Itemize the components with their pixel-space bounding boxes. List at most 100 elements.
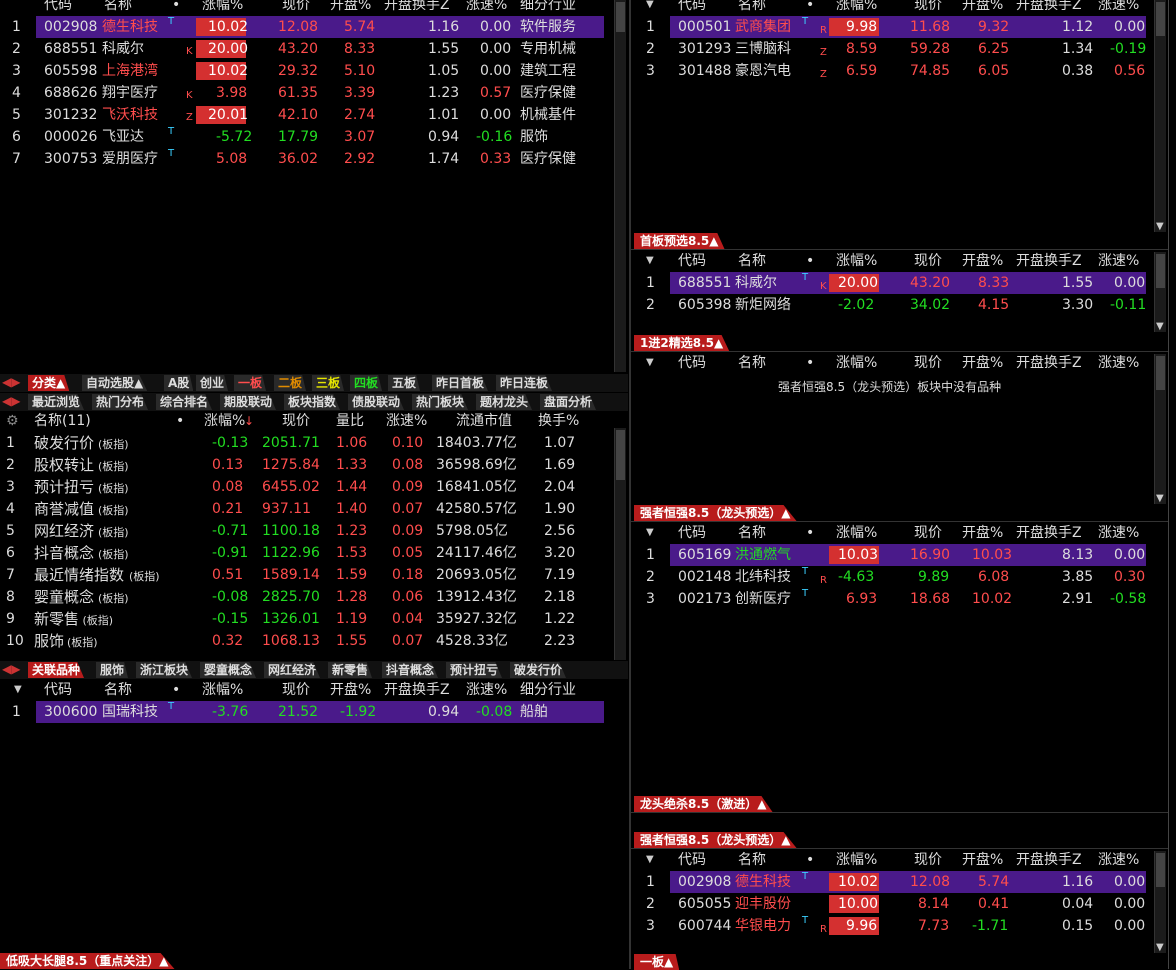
rp4-header-col-2[interactable]: • <box>806 522 814 544</box>
rp1-header-col-6[interactable]: 开盘换手Z <box>1016 0 1082 16</box>
table-row[interactable]: 4 商誉减值 (板指) 0.21 937.11 1.40 0.07 42580.57亿 1.90 <box>0 498 610 520</box>
rp6-header-col-6[interactable]: 开盘换手Z <box>1016 849 1082 871</box>
tab-tabs3-4[interactable]: 网红经济 <box>264 662 321 678</box>
tab-tabs3-0[interactable]: 关联品种 <box>28 662 85 678</box>
tab-tabs3-1[interactable]: 服饰 <box>96 662 129 678</box>
tab-tabs3-2[interactable]: 浙江板块 <box>136 662 193 678</box>
settings-gear-icon[interactable]: ⚙ <box>6 410 19 432</box>
tab-tabs2-8[interactable]: 盘面分析 <box>540 394 597 410</box>
rel-col-price[interactable]: 现价 <box>282 679 310 701</box>
expand-triangle-icon[interactable]: ▼ <box>646 250 654 272</box>
table-row[interactable]: 6 000026 飞亚达 T -5.72 17.79 3.07 0.94 -0.16 服饰 <box>0 126 610 148</box>
expand-triangle-icon[interactable]: ▼ <box>646 522 654 544</box>
table-row[interactable]: 7 300753 爱朋医疗 T 5.08 36.02 2.92 1.74 0.33 医疗保健 <box>0 148 610 170</box>
tab-tabs3-8[interactable]: 破发行价 <box>510 662 567 678</box>
table-row[interactable]: 9 新零售 (板指) -0.15 1326.01 1.19 0.04 35927.32亿 1.2… <box>0 608 610 630</box>
rp4-header-col-1[interactable]: 名称 <box>738 522 766 544</box>
rp1-scrollbar[interactable]: ▼ <box>1154 0 1166 232</box>
tab-tabs1-6[interactable]: 三板 <box>312 375 345 391</box>
tab-tabs2-2[interactable]: 综合排名 <box>156 394 213 410</box>
tab-tabs3-6[interactable]: 抖音概念 <box>382 662 439 678</box>
tab-tabs2-4[interactable]: 板块指数 <box>284 394 341 410</box>
rp2-header-col-6[interactable]: 开盘换手Z <box>1016 250 1082 272</box>
rp1-header-col-7[interactable]: 涨速% <box>1098 0 1139 16</box>
rp4-header-col-7[interactable]: 涨速% <box>1098 522 1139 544</box>
rp6-header-col-1[interactable]: 名称 <box>738 849 766 871</box>
rp3-header-col-3[interactable]: 涨幅% <box>836 352 877 374</box>
rp1-header-col-1[interactable]: 名称 <box>738 0 766 16</box>
rp6-title[interactable]: 强者恒强8.5（龙头预选）▲ <box>634 832 797 848</box>
tab-tabs2-7[interactable]: 题材龙头 <box>476 394 533 410</box>
table-row[interactable]: 1 000501 武商集团 T R 9.98 11.68 9.32 1.12 0.00 <box>0 16 1168 38</box>
expand-triangle-icon[interactable]: ▼ <box>646 352 654 374</box>
table-row[interactable]: 3 600744 华银电力 T R 9.96 7.73 -1.71 0.15 0.00 <box>0 915 1168 937</box>
rel-col-turn[interactable]: 开盘换手Z <box>384 679 450 701</box>
rp2-header-col-0[interactable]: 代码 <box>678 250 706 272</box>
table-row[interactable]: 3 预计扭亏 (板指) 0.08 6455.02 1.44 0.09 16841.05亿 2.0… <box>0 476 610 498</box>
table-row[interactable]: 1 002908 德生科技 T 10.02 12.08 5.74 1.16 0.00 <box>0 871 1168 893</box>
table-row[interactable]: 5 301232 飞沃科技 Z 20.01 42.10 2.74 1.01 0.00 机械基件 <box>0 104 610 126</box>
tab-tabs1-0[interactable]: 分类▲ <box>28 375 70 391</box>
tab3-prev-arrow[interactable]: ◀▶ <box>2 662 20 676</box>
rp4-header-col-0[interactable]: 代码 <box>678 522 706 544</box>
rp2-header-col-7[interactable]: 涨速% <box>1098 250 1139 272</box>
table-row[interactable]: 1 破发行价 (板指) -0.13 2051.71 1.06 0.10 18403.77亿 1.… <box>0 432 610 454</box>
table-row[interactable]: 10 服饰 (板指) 0.32 1068.13 1.55 0.07 4528.33亿 2.23 <box>0 630 610 652</box>
bottom-left-panel-title[interactable]: 低吸大长腿8.5（重点关注）▲ <box>0 953 175 969</box>
rp1-header-col-3[interactable]: 涨幅% <box>836 0 877 16</box>
rp2-header-col-3[interactable]: 涨幅% <box>836 250 877 272</box>
tab-tabs2-3[interactable]: 期股联动 <box>220 394 277 410</box>
table-row[interactable]: 2 301293 三博脑科 Z 8.59 59.28 6.25 1.34 -0.19 <box>0 38 1168 60</box>
rp3-header-col-5[interactable]: 开盘% <box>962 352 1003 374</box>
rp4-header-col-6[interactable]: 开盘换手Z <box>1016 522 1082 544</box>
rel-col-open[interactable]: 开盘% <box>330 679 371 701</box>
table-row[interactable]: 1 688551 科威尔 T K 20.00 43.20 8.33 1.55 0.00 <box>0 272 1168 294</box>
rp6-header-col-0[interactable]: 代码 <box>678 849 706 871</box>
table-row[interactable]: 2 股权转让 (板指) 0.13 1275.84 1.33 0.08 36598.69亿 1.6… <box>0 454 610 476</box>
sector-col-turnover[interactable]: 换手% <box>538 410 579 432</box>
tab-tabs1-3[interactable]: 创业 <box>196 375 229 391</box>
table-row[interactable]: 2 605055 迎丰股份 10.00 8.14 0.41 0.04 0.00 <box>0 893 1168 915</box>
rp4-header-col-5[interactable]: 开盘% <box>962 522 1003 544</box>
tab2-prev-arrow[interactable]: ◀▶ <box>2 394 20 408</box>
rp6-header-col-4[interactable]: 现价 <box>914 849 942 871</box>
rp7-title[interactable]: 一板▲ <box>634 954 680 970</box>
tab-tabs2-1[interactable]: 热门分布 <box>92 394 149 410</box>
table-row[interactable]: 4 688626 翔宇医疗 K 3.98 61.35 3.39 1.23 0.57 医疗保健 <box>0 82 610 104</box>
rp2-title[interactable]: 首板预选8.5▲ <box>634 233 725 249</box>
tab-tabs1-9[interactable]: 昨日首板 <box>432 375 489 391</box>
tab-tabs1-10[interactable]: 昨日连板 <box>496 375 553 391</box>
rel-col-industry[interactable]: 细分行业 <box>520 679 576 701</box>
expand-triangle-icon[interactable]: ▼ <box>646 0 654 16</box>
rp6-header-col-3[interactable]: 涨幅% <box>836 849 877 871</box>
tab-tabs2-5[interactable]: 债股联动 <box>348 394 405 410</box>
tab-tabs1-1[interactable]: 自动选股▲ <box>82 375 148 391</box>
rp2-scrollbar[interactable]: ▼ <box>1154 252 1166 332</box>
rel-col-change[interactable]: 涨幅% <box>202 679 243 701</box>
rel-col-code[interactable]: 代码 <box>44 679 72 701</box>
sector-col-change[interactable]: 涨幅% <box>204 410 245 432</box>
tab-tabs2-6[interactable]: 热门板块 <box>412 394 469 410</box>
rp2-header-col-1[interactable]: 名称 <box>738 250 766 272</box>
sector-col-speed[interactable]: 涨速% <box>386 410 427 432</box>
tab-tabs1-7[interactable]: 四板 <box>350 375 383 391</box>
tab-tabs1-4[interactable]: 一板 <box>234 375 267 391</box>
tab-tabs1-5[interactable]: 二板 <box>274 375 307 391</box>
rp2-header-col-5[interactable]: 开盘% <box>962 250 1003 272</box>
rp3-header-col-1[interactable]: 名称 <box>738 352 766 374</box>
tab-tabs2-0[interactable]: 最近浏览 <box>28 394 85 410</box>
rp1-header-col-4[interactable]: 现价 <box>914 0 942 16</box>
rp5-title[interactable]: 龙头绝杀8.5（激进）▲ <box>634 796 773 812</box>
rp3-header-col-6[interactable]: 开盘换手Z <box>1016 352 1082 374</box>
tab-tabs3-7[interactable]: 预计扭亏 <box>446 662 503 678</box>
expand-triangle-icon[interactable]: ▼ <box>646 849 654 871</box>
sector-col-cap[interactable]: 流通市值 <box>456 410 512 432</box>
rp3-scrollbar[interactable]: ▼ <box>1154 354 1166 504</box>
tab-tabs1-2[interactable]: A股 <box>164 375 194 391</box>
table-row[interactable]: 2 605398 新炬网络 -2.02 34.02 4.15 3.30 -0.11 <box>0 294 1168 316</box>
rp3-header-col-4[interactable]: 现价 <box>914 352 942 374</box>
table-row[interactable]: 3 002173 创新医疗 T 6.93 18.68 10.02 2.91 -0.58 <box>0 588 1168 610</box>
sector-col-price[interactable]: 现价 <box>282 410 310 432</box>
rp4-header-col-4[interactable]: 现价 <box>914 522 942 544</box>
sector-col-volratio[interactable]: 量比 <box>336 410 364 432</box>
